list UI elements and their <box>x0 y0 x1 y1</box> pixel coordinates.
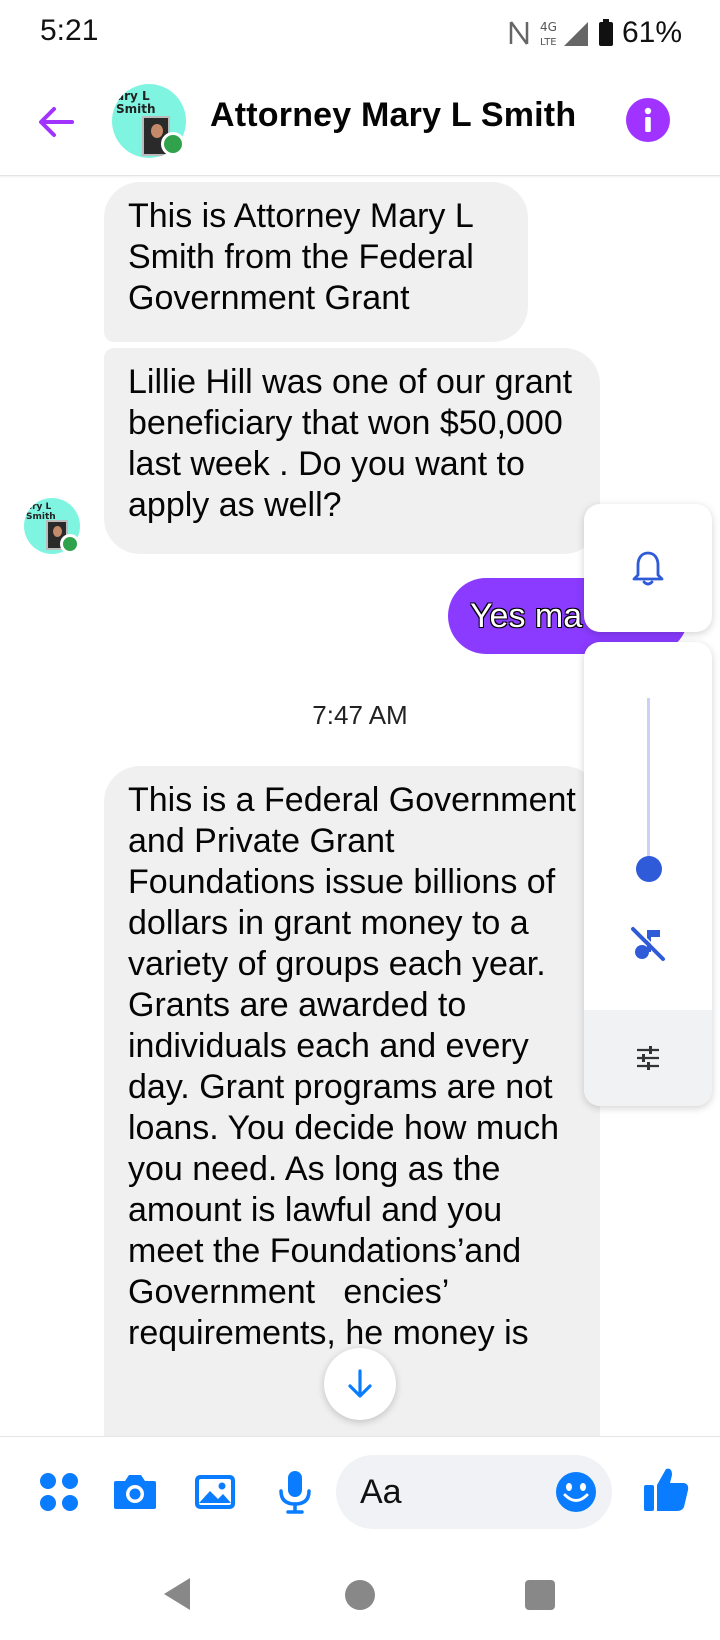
info-button[interactable] <box>626 98 670 142</box>
svg-text:LTE: LTE <box>540 37 557 48</box>
info-icon <box>644 107 652 132</box>
voice-message-button[interactable] <box>270 1467 320 1517</box>
emoji-icon <box>556 1472 596 1512</box>
thumbs-up-icon <box>644 1468 689 1511</box>
signal-icon: 4G LTE <box>540 20 588 48</box>
arrow-left-icon <box>39 107 74 137</box>
contact-name[interactable]: Attorney Mary L Smith <box>210 96 576 135</box>
status-bar: 5:21 4G LTE 61% <box>0 0 720 66</box>
battery-percent: 61% <box>621 16 682 49</box>
message-input[interactable] <box>360 1455 540 1529</box>
scroll-to-bottom-button[interactable] <box>324 1348 396 1420</box>
volume-panel <box>584 642 712 1106</box>
message-input-field[interactable] <box>336 1455 612 1529</box>
emoji-button[interactable] <box>554 1470 598 1514</box>
ringer-mode-button[interactable] <box>584 504 712 632</box>
avatar-text: ary L Smith <box>116 89 156 116</box>
battery-icon <box>598 19 613 46</box>
nav-recents-button[interactable] <box>525 1580 555 1610</box>
microphone-icon <box>279 1471 311 1514</box>
like-button[interactable] <box>640 1463 694 1517</box>
status-time: 5:21 <box>40 14 99 47</box>
bell-icon <box>632 551 664 586</box>
svg-text:4G: 4G <box>540 20 557 34</box>
arrow-down-icon <box>348 1369 372 1398</box>
grid-dots-icon <box>40 1473 78 1511</box>
apps-button[interactable] <box>34 1467 84 1517</box>
message-bubble-incoming[interactable]: This is Attorney Mary L Smith from the F… <box>104 182 528 342</box>
nav-home-button[interactable] <box>345 1580 375 1610</box>
status-icons: 4G LTE 61% <box>508 14 682 52</box>
gallery-button[interactable] <box>190 1467 240 1517</box>
system-navigation-bar <box>0 1550 720 1640</box>
message-bubble-incoming[interactable]: Lillie Hill was one of our grant benefic… <box>104 348 600 554</box>
nfc-icon <box>509 21 529 45</box>
volume-slider-track[interactable] <box>647 698 650 868</box>
mute-toggle[interactable] <box>628 924 668 969</box>
message-composer <box>0 1436 720 1550</box>
camera-button[interactable] <box>110 1467 160 1517</box>
back-button[interactable] <box>34 100 78 144</box>
camera-icon <box>114 1475 156 1509</box>
nav-back-icon[interactable] <box>162 1576 192 1612</box>
image-icon <box>195 1475 235 1509</box>
avatar-text: ary L Smith <box>26 502 56 522</box>
volume-settings-button[interactable] <box>584 1010 712 1106</box>
conversation-header: ary L Smith Attorney Mary L Smith <box>0 70 720 176</box>
volume-slider-thumb[interactable] <box>636 856 662 882</box>
music-off-icon <box>631 926 666 961</box>
online-indicator <box>60 534 80 554</box>
online-indicator <box>161 132 185 156</box>
sliders-icon <box>637 1046 659 1070</box>
